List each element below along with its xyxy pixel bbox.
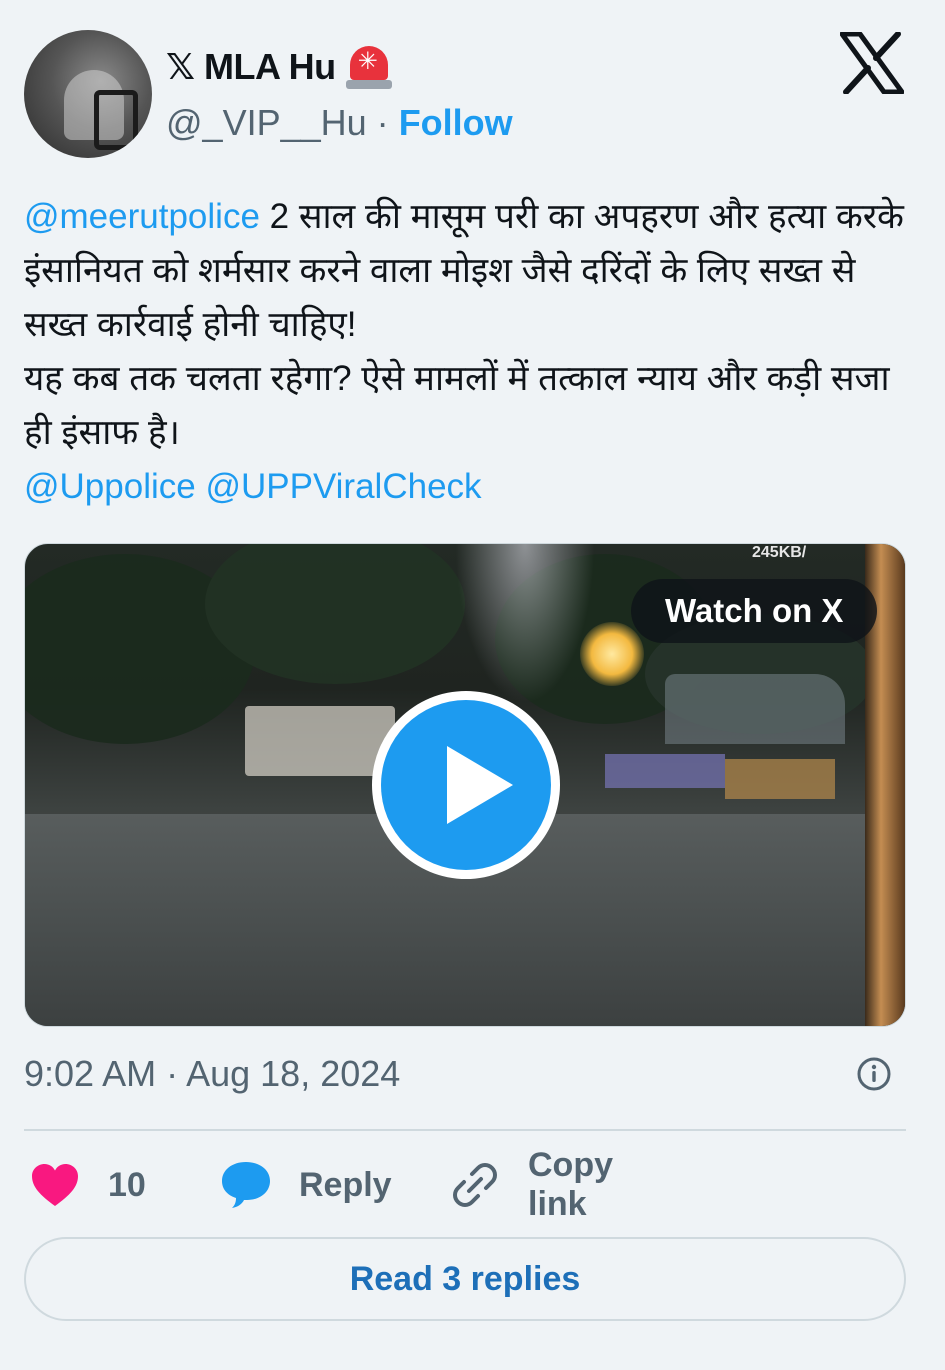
reply-button[interactable]: Reply [299, 1155, 392, 1215]
link-icon[interactable] [450, 1155, 500, 1215]
play-icon [447, 746, 513, 824]
author-handle[interactable]: @_VIP__Hu [166, 102, 367, 143]
avatar[interactable] [24, 30, 152, 158]
handle-row: @_VIP__Hu · Follow [166, 102, 513, 144]
play-button[interactable] [372, 691, 560, 879]
divider [24, 1129, 906, 1131]
read-replies-button[interactable]: Read 3 replies [24, 1237, 906, 1321]
mention-uppviralcheck[interactable]: @UPPViralCheck [205, 467, 481, 506]
display-name[interactable]: 𝕏 MLA Hu [166, 46, 336, 88]
tweet-text: @meerutpolice 2 साल की मासूम परी का अपहर… [24, 190, 914, 514]
author-name-row: 𝕏 MLA Hu ✳ [166, 44, 392, 90]
watch-on-x-button[interactable]: Watch on X [631, 579, 878, 643]
handle-separator: · [376, 102, 389, 143]
heart-icon [32, 1164, 78, 1206]
tweet-mentions: @Uppolice @UPPViralCheck [24, 460, 914, 514]
like-button[interactable] [30, 1155, 80, 1215]
copy-link-button[interactable]: Copy link [528, 1146, 613, 1223]
reply-icon[interactable] [220, 1155, 272, 1215]
mention-uppolice[interactable]: @Uppolice [24, 467, 196, 506]
info-icon[interactable] [856, 1056, 892, 1092]
avatar-chair [94, 90, 138, 150]
mention-meerutpolice[interactable]: @meerutpolice [24, 197, 260, 236]
video-player[interactable]: 245KB/ Watch on X [24, 543, 906, 1027]
like-count[interactable]: 10 [108, 1155, 146, 1215]
tweet-paragraph-2: यह कब तक चलता रहेगा? ऐसे मामलों में तत्क… [24, 359, 890, 452]
tweet-timestamp[interactable]: 9:02 AM · Aug 18, 2024 [24, 1053, 400, 1095]
tweet-card: 𝕏 MLA Hu ✳ @_VIP__Hu · Follow @meerutpol… [0, 0, 945, 1370]
video-overlay-text: 245KB/ [752, 544, 807, 561]
follow-button[interactable]: Follow [399, 102, 513, 143]
x-logo-icon[interactable] [840, 32, 904, 94]
tweet-paragraph-1: @meerutpolice 2 साल की मासूम परी का अपहर… [24, 190, 914, 352]
siren-emoji-icon: ✳ [345, 44, 392, 90]
